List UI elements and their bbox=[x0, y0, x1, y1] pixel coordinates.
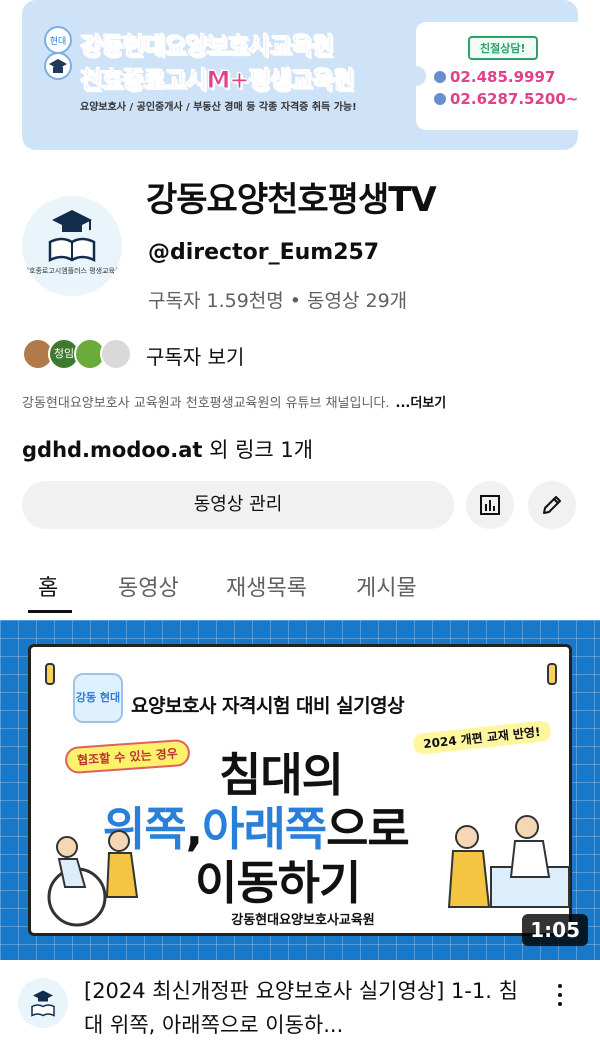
tab-playlists[interactable]: 재생목록 bbox=[226, 570, 307, 602]
banner-title-line1: 강동현대요양보호사교육원 bbox=[80, 32, 335, 61]
academy-logo-icon: 현대 bbox=[44, 26, 72, 80]
banner-contact-card: 친절상담! 02.485.9997 02.6287.5200~1 bbox=[406, 22, 578, 130]
pin-icon bbox=[547, 663, 557, 685]
video-thumbnail[interactable]: 강동 현대 요양보호사 자격시험 대비 실기영상 2024 개편 교재 반영! … bbox=[0, 620, 600, 960]
avatar-caption: 천호종로고시엠플러스 평생교육원 bbox=[22, 267, 122, 275]
phone-number-2: 02.6287.5200~1 bbox=[434, 90, 578, 108]
link-suffix: 외 링크 1개 bbox=[202, 438, 314, 462]
channel-handle: @director_Eum257 bbox=[148, 240, 380, 265]
kebab-dot-icon bbox=[558, 984, 562, 988]
view-subscribers-link[interactable]: 구독자 보기 bbox=[146, 341, 244, 370]
pencil-icon bbox=[543, 496, 561, 514]
video-channel-avatar[interactable] bbox=[18, 978, 68, 1028]
channel-banner: 현대 강동현대요양보호사교육원 천호종로고시M+평생교육원 요양보호사 / 공인… bbox=[22, 0, 578, 150]
more-link[interactable]: ...더보기 bbox=[396, 396, 447, 411]
phone-number-2-text: 02.6287.5200~1 bbox=[450, 90, 578, 108]
tab-home[interactable]: 홈 bbox=[38, 570, 58, 602]
consult-badge: 친절상담! bbox=[468, 36, 538, 60]
banner-subtitle: 요양보호사 / 공인중개사 / 부동산 경매 등 각종 자격증 취득 가능! bbox=[80, 102, 357, 113]
tab-videos[interactable]: 동영상 bbox=[118, 570, 179, 602]
manage-videos-button[interactable]: 동영상 관리 bbox=[22, 481, 454, 529]
channel-stats: 구독자 1.59천명 • 동영상 29개 bbox=[148, 290, 408, 312]
phone-number-1-text: 02.485.9997 bbox=[450, 68, 556, 86]
thumbnail-note: 2024 개편 교재 반영! bbox=[412, 719, 552, 756]
thumbnail-footer: 강동현대요양보호사교육원 bbox=[231, 913, 375, 928]
active-tab-indicator bbox=[28, 610, 72, 613]
graduation-book-icon bbox=[48, 210, 96, 263]
thumbnail-line3: 이동하기 bbox=[195, 856, 361, 910]
subscriber-avatar bbox=[100, 338, 132, 370]
thumbnail-tag: 협조할 수 있는 경우 bbox=[64, 738, 191, 775]
analytics-button[interactable] bbox=[466, 481, 514, 529]
kebab-dot-icon bbox=[558, 993, 562, 997]
channel-tabs: 홈 동영상 재생목록 게시물 bbox=[0, 556, 600, 614]
kebab-dot-icon bbox=[558, 1002, 562, 1006]
video-duration-badge: 1:05 bbox=[522, 914, 588, 946]
banner-title-line2: 천호종로고시M+평생교육원 bbox=[80, 66, 356, 95]
graduation-book-icon bbox=[31, 990, 55, 1017]
tab-posts[interactable]: 게시물 bbox=[356, 570, 417, 602]
thumbnail-card: 강동 현대 요양보호사 자격시험 대비 실기영상 2024 개편 교재 반영! … bbox=[28, 644, 572, 936]
svg-text:현대: 현대 bbox=[50, 36, 67, 47]
thumbnail-logo-text: 강동 현대 bbox=[75, 691, 121, 704]
channel-links[interactable]: gdhd.modoo.at 외 링크 1개 bbox=[22, 434, 313, 464]
video-title[interactable]: [2024 최신개정판 요양보호사 실기영상] 1-1. 침대 위쪽, 아래쪽으… bbox=[84, 974, 524, 1042]
channel-avatar[interactable]: 천호종로고시엠플러스 평생교육원 bbox=[22, 196, 122, 296]
description-text: 강동현대요양보호사 교육원과 천호평생교육원의 유튜브 채널입니다. bbox=[22, 396, 390, 411]
pin-icon bbox=[45, 663, 55, 685]
phone-icon bbox=[434, 71, 446, 83]
link-domain[interactable]: gdhd.modoo.at bbox=[22, 438, 202, 462]
thumbnail-subtitle: 요양보호사 자격시험 대비 실기영상 bbox=[131, 695, 405, 717]
channel-description[interactable]: 강동현대요양보호사 교육원과 천호평생교육원의 유튜브 채널입니다. ...더보기 bbox=[22, 392, 446, 411]
bar-chart-icon bbox=[480, 495, 500, 515]
phone-icon bbox=[434, 93, 446, 105]
more-options-button[interactable] bbox=[548, 980, 572, 1010]
edit-channel-button[interactable] bbox=[528, 481, 576, 529]
thumbnail-logo: 강동 현대 bbox=[73, 673, 123, 723]
channel-name: 강동요양천호평생TV bbox=[146, 180, 437, 220]
phone-number-1: 02.485.9997 bbox=[434, 68, 555, 86]
